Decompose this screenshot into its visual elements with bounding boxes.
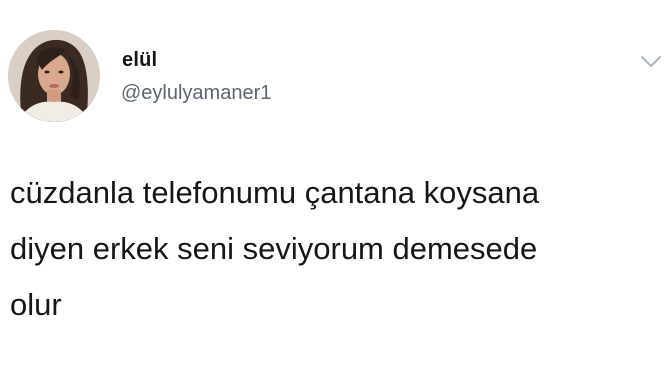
avatar[interactable] (8, 30, 100, 122)
tweet-card: elül @eylulyamaner1 cüzdanla telefonumu … (0, 0, 672, 378)
tweet-text-line: olur (10, 287, 62, 322)
tweet-text-line: diyen erkek seni seviyorum demesede (10, 231, 538, 266)
author-display-name[interactable]: elül (122, 49, 157, 72)
tweet-text-line: cüzdanla telefonumu çantana koysana (10, 175, 540, 210)
tweet-text: cüzdanla telefonumu çantana koysana diye… (10, 165, 660, 333)
author-handle[interactable]: @eylulyamaner1 (121, 82, 271, 105)
chevron-down-icon[interactable] (640, 54, 662, 70)
profile-photo-icon (8, 30, 100, 122)
